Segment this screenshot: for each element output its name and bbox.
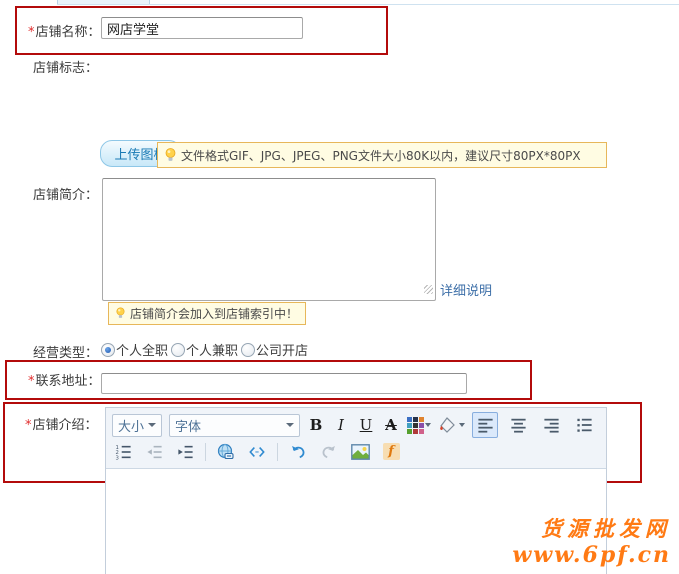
toolbar-separator (277, 443, 278, 461)
paint-bucket-icon (438, 416, 458, 434)
outdent-icon (146, 444, 163, 460)
font-family-dropdown[interactable]: 字体 (169, 414, 300, 437)
shop-name-label: *店铺名称： (28, 21, 101, 40)
ordered-list-icon: 123 (115, 444, 132, 460)
fill-color-button[interactable] (438, 416, 465, 434)
upload-format-tip: 文件格式GIF、JPG、JPEG、PNG文件大小80K以内，建议尺寸80PX*8… (157, 142, 607, 168)
image-icon (351, 444, 370, 460)
chevron-down-icon (425, 423, 431, 427)
detail-link[interactable]: 详细说明 (440, 280, 492, 299)
radio-button-icon (241, 343, 255, 357)
globe-link-icon (217, 443, 235, 461)
radio-option-company[interactable]: 公司开店 (241, 340, 308, 359)
insert-link-button[interactable] (215, 441, 237, 463)
align-center-icon (510, 417, 527, 433)
textarea-resize-grip[interactable] (424, 285, 433, 294)
business-type-label: 经营类型： (33, 342, 98, 361)
code-icon (248, 444, 266, 460)
font-color-button[interactable] (407, 417, 431, 434)
indent-icon (177, 444, 194, 460)
align-right-icon (543, 417, 560, 433)
chevron-down-icon (459, 423, 465, 427)
shop-name-input[interactable] (101, 17, 303, 39)
strikethrough-button[interactable]: A (382, 416, 400, 434)
align-right-button[interactable] (538, 412, 564, 438)
required-asterisk: * (25, 418, 32, 433)
insert-image-button[interactable] (349, 441, 371, 463)
redo-arrow-icon (320, 444, 338, 460)
undo-button[interactable] (287, 441, 309, 463)
radio-option-part-time[interactable]: 个人兼职 (171, 340, 238, 359)
bold-button[interactable]: B (307, 416, 325, 434)
required-asterisk: * (28, 374, 35, 389)
business-type-options: 个人全职 个人兼职 公司开店 (101, 340, 308, 359)
contact-address-label: *联系地址： (28, 370, 101, 389)
flash-icon: f (383, 443, 400, 460)
toolbar-separator (205, 443, 206, 461)
radio-option-full-time[interactable]: 个人全职 (101, 340, 168, 359)
indent-button[interactable] (174, 441, 196, 463)
intro-index-tip: 店铺简介会加入到店铺索引中！ (108, 302, 306, 325)
top-tab-divider (57, 4, 679, 5)
ordered-list-button[interactable]: 123 (112, 441, 134, 463)
lightbulb-icon (116, 306, 125, 321)
align-left-icon (477, 417, 494, 433)
font-size-dropdown[interactable]: 大小 (112, 414, 162, 437)
undo-arrow-icon (289, 444, 307, 460)
italic-button[interactable]: I (332, 416, 350, 434)
radio-button-icon (171, 343, 185, 357)
insert-flash-button[interactable]: f (380, 441, 402, 463)
align-left-button[interactable] (472, 412, 498, 438)
source-code-button[interactable] (246, 441, 268, 463)
radio-button-icon (101, 343, 115, 357)
underline-button[interactable]: U (357, 416, 375, 434)
bullet-list-icon (576, 417, 593, 433)
shop-settings-form: *店铺名称： 店铺标志： 上传图标 文件格式GIF、JPG、JPEG、PNG文件… (0, 0, 679, 574)
shop-desc-label: *店铺介绍： (25, 414, 98, 433)
toolbar-row-1: 大小 字体 B I U A (112, 411, 600, 439)
chevron-down-icon (148, 423, 156, 427)
contact-address-input[interactable] (101, 373, 467, 394)
color-palette-icon (407, 417, 424, 434)
lightbulb-icon (165, 148, 176, 163)
shop-intro-textarea[interactable] (102, 178, 436, 301)
svg-text:3: 3 (115, 455, 118, 459)
required-asterisk: * (28, 25, 35, 40)
outdent-button[interactable] (143, 441, 165, 463)
watermark-line2: www.6pf.cn (512, 542, 671, 568)
site-watermark: 货源批发网 www.6pf.cn (512, 516, 671, 568)
watermark-line1: 货源批发网 (512, 516, 671, 541)
redo-button[interactable] (318, 441, 340, 463)
align-center-button[interactable] (505, 412, 531, 438)
bullet-list-button[interactable] (571, 412, 597, 438)
shop-intro-label: 店铺简介： (33, 184, 98, 203)
shop-logo-label: 店铺标志： (33, 57, 98, 76)
chevron-down-icon (286, 423, 294, 427)
editor-toolbar: 大小 字体 B I U A (106, 408, 606, 469)
toolbar-row-2: 123 (112, 439, 600, 464)
